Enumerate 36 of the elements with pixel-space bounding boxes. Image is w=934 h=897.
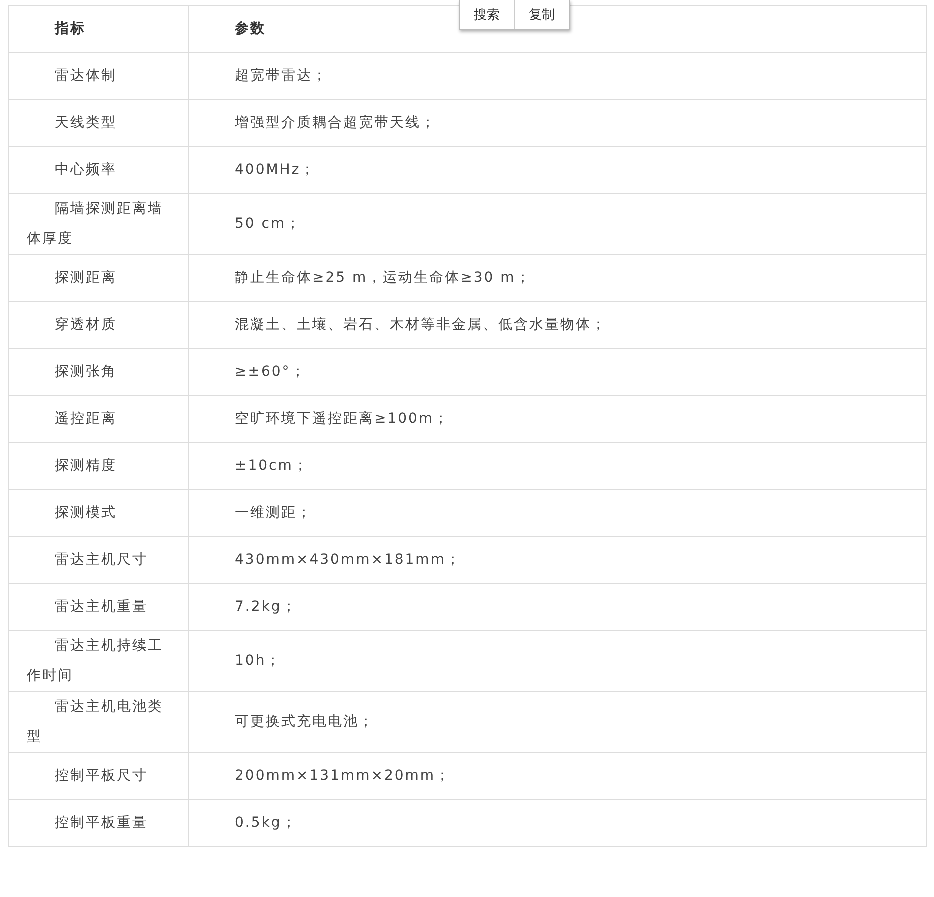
table-cell-text: 探测精度 [54, 457, 118, 476]
table-cell-text: 遥控距离 [54, 410, 118, 429]
table-cell-text: ±10cm； [235, 457, 309, 476]
table-cell-text: 隔墙探测距离墙体厚度 [27, 200, 164, 249]
menu-button[interactable]: 搜索 [460, 0, 514, 29]
menu-button[interactable]: 复制 [514, 0, 569, 29]
table-cell-text: ≥±60°； [235, 363, 306, 382]
table-cell-text: 雷达主机持续工作时间 [27, 637, 164, 686]
table-cell-text: 一维测距； [235, 504, 312, 523]
table-cell-text: 探测张角 [54, 363, 118, 382]
table-cell-text: 控制平板尺寸 [54, 767, 149, 786]
table-cell-text: 雷达主机电池类型 [27, 698, 164, 747]
table-cell-text: 400MHz； [235, 161, 316, 180]
table-cell-text: 10h； [235, 652, 282, 671]
table-cell-text: 穿透材质 [54, 316, 118, 335]
table-cell-text: 200mm×131mm×20mm； [235, 767, 452, 786]
table-cell-text: 静止生命体≥25 m，运动生命体≥30 m； [235, 269, 532, 288]
table-cell-text: 0.5kg； [235, 814, 298, 833]
column-header: 参数 [235, 20, 266, 39]
table-cell-text: 雷达主机尺寸 [54, 551, 149, 570]
table-cell-text: 增强型介质耦合超宽带天线； [235, 114, 436, 133]
table-cell-text: 超宽带雷达； [235, 67, 328, 86]
table-cell-text: 可更换式充电电池； [235, 713, 374, 732]
table-cell-text: 探测模式 [54, 504, 118, 523]
table-cell-text: 控制平板重量 [54, 814, 149, 833]
table-cell-text: 50 cm； [235, 215, 302, 234]
table-cell-text: 雷达主机重量 [54, 598, 149, 617]
table-cell-text: 中心频率 [54, 161, 118, 180]
column-header: 指标 [55, 20, 86, 39]
table-cell-text: 混凝土、土壤、岩石、木材等非金属、低含水量物体； [235, 316, 607, 335]
table-cell-text: 7.2kg； [235, 598, 298, 617]
table-cell-text: 探测距离 [54, 269, 118, 288]
table-cell-text: 雷达体制 [54, 67, 118, 86]
table-cell-text: 空旷环境下遥控距离≥100m； [235, 410, 450, 429]
table-cell-text: 430mm×430mm×181mm； [235, 551, 462, 570]
table-cell-text: 天线类型 [54, 114, 118, 133]
